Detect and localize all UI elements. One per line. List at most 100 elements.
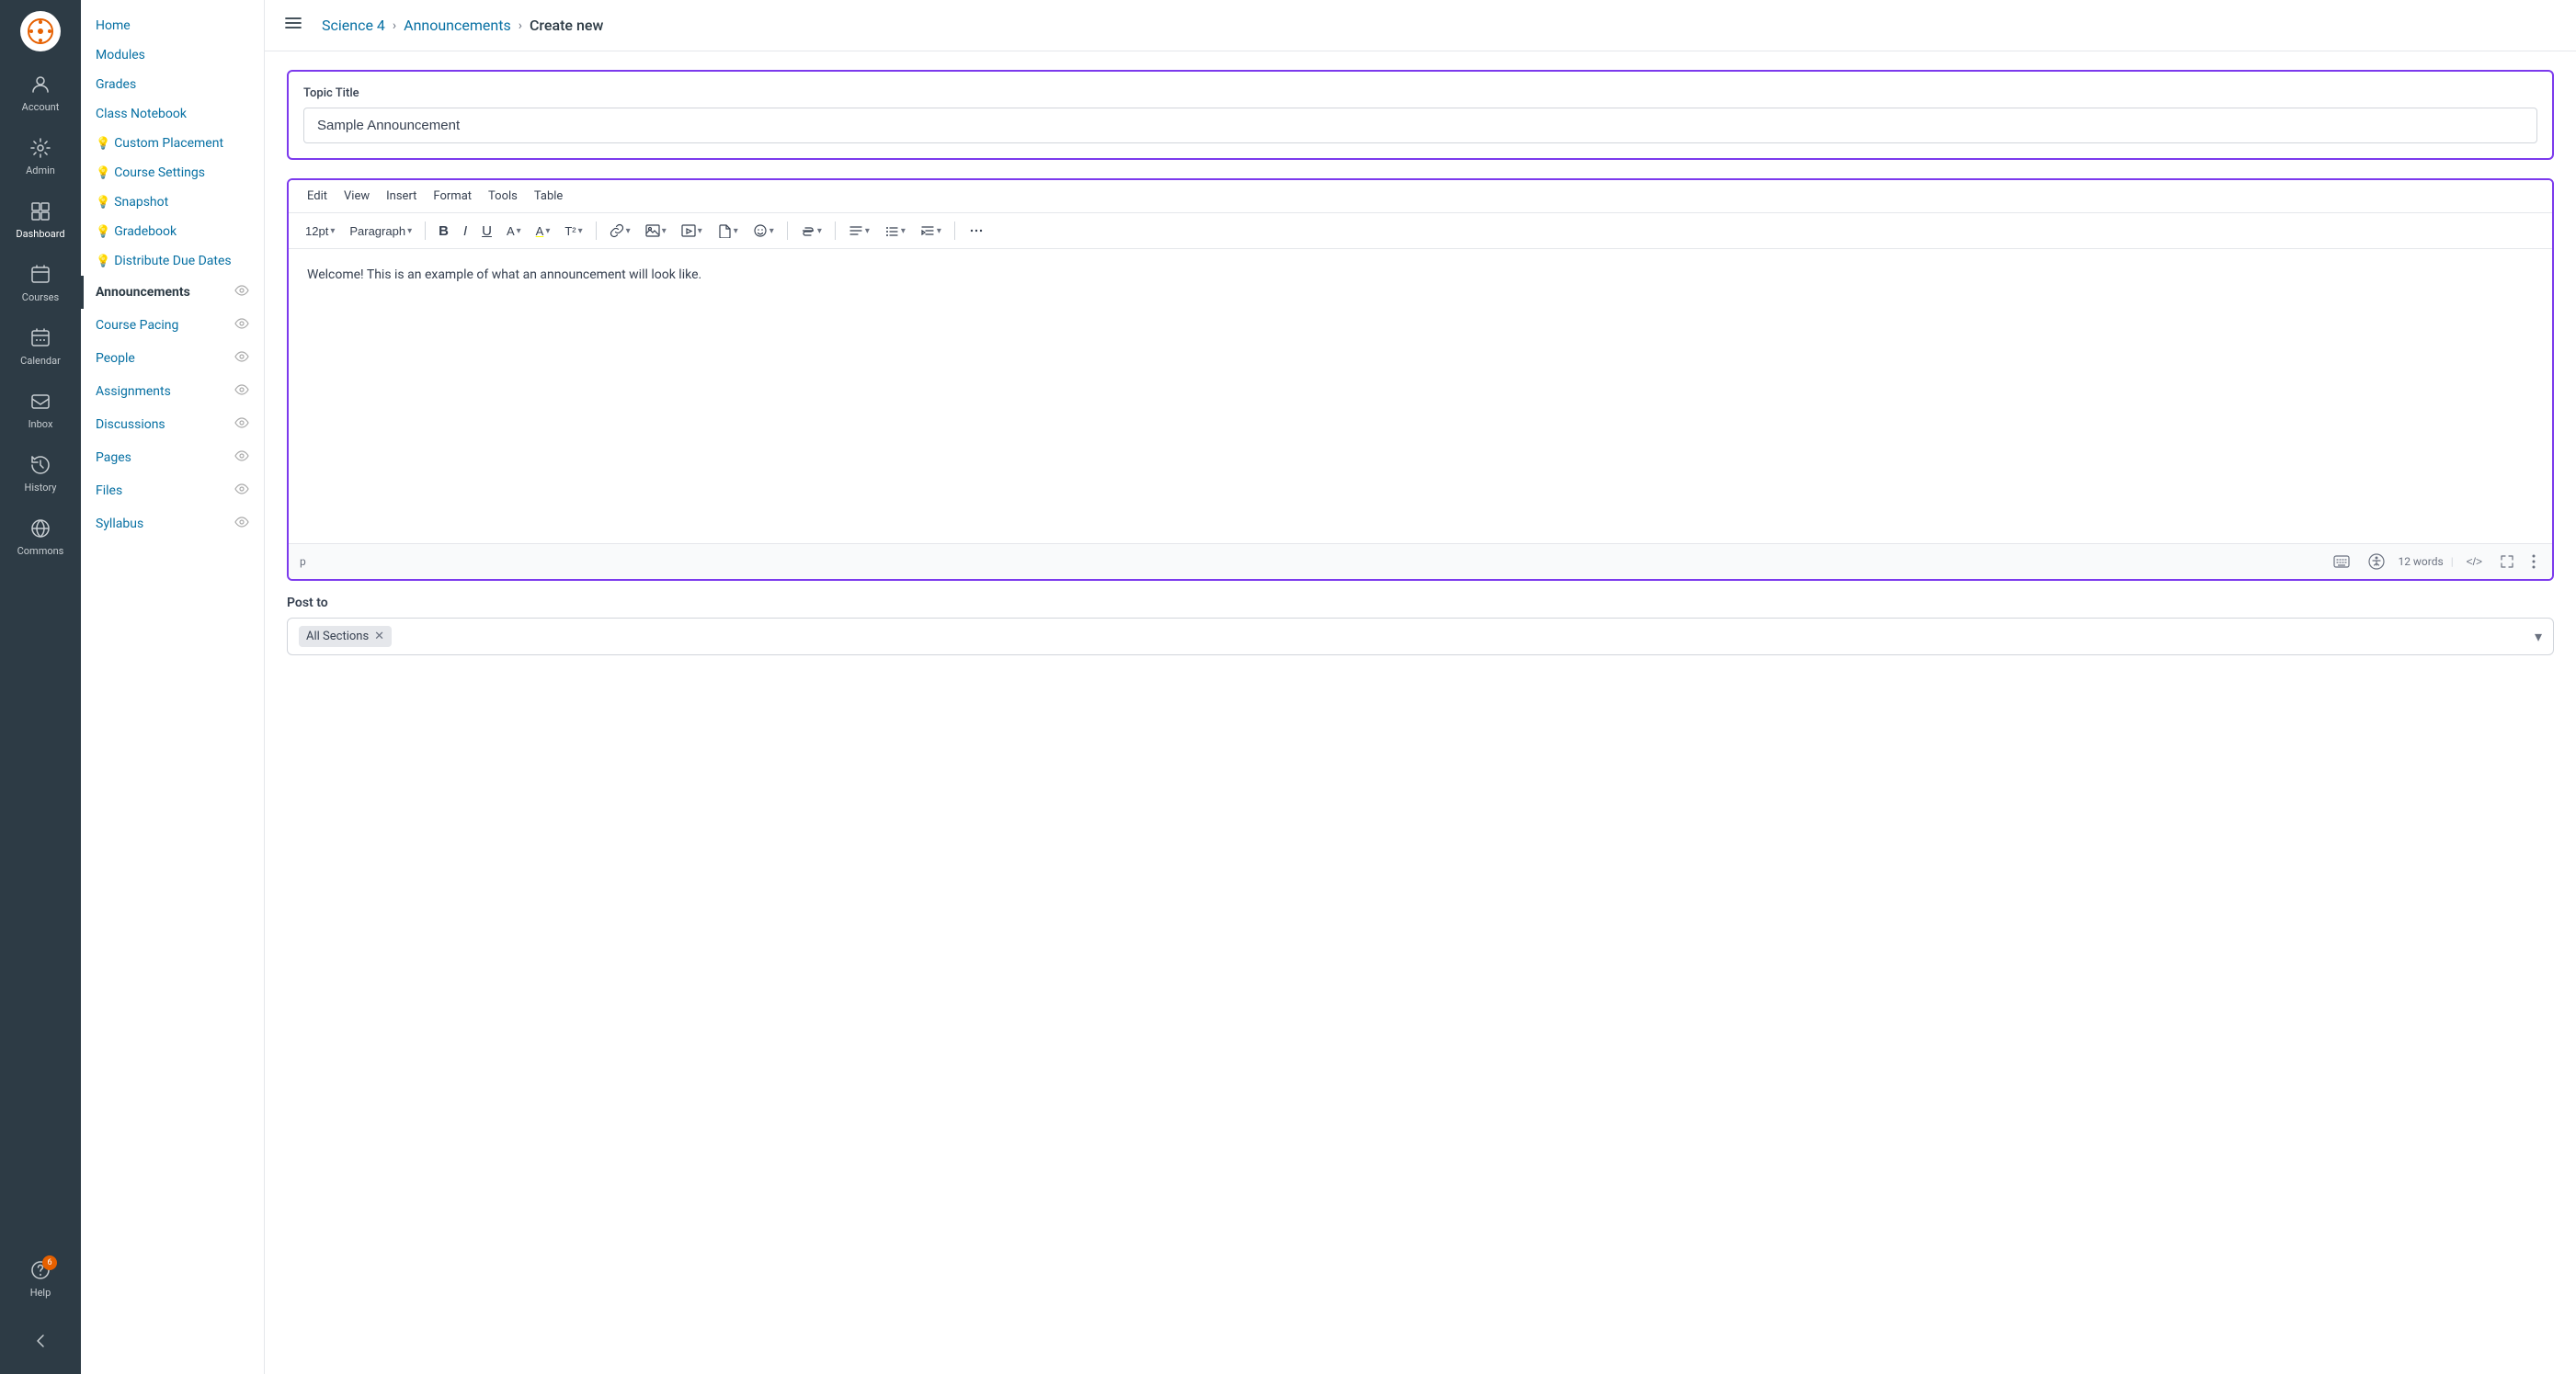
topic-title-label: Topic Title	[303, 86, 2537, 100]
collapse-icon	[28, 1328, 53, 1354]
post-to-tag-remove[interactable]: ✕	[374, 630, 384, 643]
toolbar-divider-3	[787, 221, 788, 240]
keyboard-shortcut-button[interactable]	[2328, 551, 2355, 572]
sidebar-label-course-pacing: Course Pacing	[96, 318, 234, 333]
account-label: Account	[22, 101, 60, 113]
font-color-button[interactable]: A ▾	[501, 221, 527, 242]
toolbar-divider-1	[425, 221, 426, 240]
link-button[interactable]: ▾	[604, 220, 636, 242]
image-icon	[645, 223, 660, 238]
rte-toolbar: 12pt ▾ Paragraph ▾ B I U A ▾ A ▾	[289, 213, 2552, 249]
document-button[interactable]: ▾	[712, 220, 744, 242]
link-chevron: ▾	[626, 226, 631, 236]
html-view-button[interactable]: </>	[2461, 551, 2488, 572]
inbox-label: Inbox	[28, 418, 53, 430]
lightbulb-icon-4: 💡	[96, 225, 110, 239]
list-chevron: ▾	[901, 226, 906, 236]
app-logo	[20, 11, 61, 51]
superscript-button[interactable]: T² ▾	[559, 221, 587, 242]
sidebar-item-pages[interactable]: Pages	[81, 441, 264, 474]
image-button[interactable]: ▾	[640, 220, 672, 242]
rte-content-text: Welcome! This is an example of what an a…	[307, 267, 701, 282]
sidebar-item-snapshot[interactable]: 💡 Snapshot	[81, 187, 264, 217]
rte-footer-right: 12 words | </>	[2328, 550, 2541, 573]
sidebar-label-course-settings: Course Settings	[114, 165, 249, 180]
highlight-label: A	[536, 224, 544, 238]
sidebar-item-calendar[interactable]: Calendar	[4, 316, 77, 376]
italic-button[interactable]: I	[458, 220, 473, 243]
rte-menu-tools[interactable]: Tools	[481, 186, 525, 207]
sidebar-item-custom-placement[interactable]: 💡 Custom Placement	[81, 129, 264, 158]
sidebar-item-home[interactable]: Home	[81, 11, 264, 40]
sidebar-item-courses[interactable]: Courses	[4, 253, 77, 312]
sidebar-item-gradebook[interactable]: 💡 Gradebook	[81, 217, 264, 246]
global-sidebar: Account Admin Dashboard	[0, 0, 81, 1374]
rte-menu-insert[interactable]: Insert	[379, 186, 424, 207]
sidebar-item-inbox[interactable]: Inbox	[4, 380, 77, 439]
sidebar-item-syllabus[interactable]: Syllabus	[81, 507, 264, 540]
post-to-dropdown-chevron: ▾	[2535, 628, 2542, 645]
accessibility-button[interactable]	[2363, 550, 2390, 573]
sidebar-item-dashboard[interactable]: Dashboard	[4, 189, 77, 249]
rte-options-button[interactable]	[2526, 551, 2541, 573]
paragraph-chevron: ▾	[407, 226, 412, 236]
sidebar-item-announcements[interactable]: Announcements	[81, 276, 264, 309]
expand-button[interactable]	[2495, 551, 2519, 572]
sidebar-item-admin[interactable]: Admin	[4, 126, 77, 186]
calendar-label: Calendar	[20, 355, 61, 367]
sidebar-item-account[interactable]: Account	[4, 62, 77, 122]
bold-button[interactable]: B	[433, 220, 454, 243]
eye-icon-files	[234, 482, 249, 500]
eye-icon-pages	[234, 449, 249, 467]
rte-menu-format[interactable]: Format	[426, 186, 479, 207]
font-size-btn[interactable]: 12pt ▾	[300, 221, 340, 242]
rte-content-area[interactable]: Welcome! This is an example of what an a…	[289, 249, 2552, 543]
toolbar-divider-5	[954, 221, 955, 240]
breadcrumb-science4[interactable]: Science 4	[322, 17, 385, 34]
sidebar-item-commons[interactable]: Commons	[4, 506, 77, 566]
sidebar-item-help[interactable]: 6 Help	[4, 1248, 77, 1308]
rte-menu-view[interactable]: View	[336, 186, 377, 207]
paragraph-btn[interactable]: Paragraph ▾	[344, 221, 417, 242]
document-chevron: ▾	[734, 226, 738, 236]
sidebar-item-files[interactable]: Files	[81, 474, 264, 507]
menu-icon[interactable]	[283, 13, 303, 38]
more-icon	[968, 222, 985, 239]
post-to-label: Post to	[287, 596, 2554, 610]
sidebar-item-course-settings[interactable]: 💡 Course Settings	[81, 158, 264, 187]
sidebar-item-modules[interactable]: Modules	[81, 40, 264, 70]
align-chevron: ▾	[865, 226, 870, 236]
emoji-button[interactable]: ▾	[747, 220, 780, 242]
highlight-button[interactable]: A ▾	[530, 221, 556, 242]
emoji-chevron: ▾	[769, 226, 774, 236]
sidebar-item-discussions[interactable]: Discussions	[81, 408, 264, 441]
underline-button[interactable]: U	[476, 220, 497, 243]
breadcrumb-announcements[interactable]: Announcements	[404, 17, 511, 34]
sidebar-item-assignments[interactable]: Assignments	[81, 375, 264, 408]
breadcrumb: Science 4 › Announcements › Create new	[322, 17, 603, 34]
indent-button[interactable]: ▾	[915, 220, 947, 242]
rte-menu-edit[interactable]: Edit	[300, 186, 335, 207]
main-content: Science 4 › Announcements › Create new T…	[265, 0, 2576, 1374]
collapse-sidebar-button[interactable]	[4, 1319, 77, 1363]
rte-menu-table[interactable]: Table	[527, 186, 570, 207]
sidebar-item-history[interactable]: History	[4, 443, 77, 503]
html-label: </>	[2467, 555, 2482, 568]
history-label: History	[25, 482, 57, 494]
more-button[interactable]	[963, 219, 990, 243]
post-to-select[interactable]: All Sections ✕ ▾	[287, 618, 2554, 655]
sidebar-item-people[interactable]: People	[81, 342, 264, 375]
rte-footer: p	[289, 543, 2552, 579]
sidebar-item-class-notebook[interactable]: Class Notebook	[81, 99, 264, 129]
list-button[interactable]: ▾	[879, 220, 911, 242]
sidebar-item-course-pacing[interactable]: Course Pacing	[81, 309, 264, 342]
lightbulb-icon: 💡	[96, 137, 110, 151]
media-button[interactable]: ▾	[676, 220, 708, 242]
sidebar-item-grades[interactable]: Grades	[81, 70, 264, 99]
sidebar-label-assignments: Assignments	[96, 384, 234, 399]
topic-title-input[interactable]	[303, 108, 2537, 143]
sidebar-item-distribute-due-dates[interactable]: 💡 Distribute Due Dates	[81, 246, 264, 276]
strikethrough-button[interactable]: ▾	[795, 220, 827, 242]
align-button[interactable]: ▾	[843, 220, 875, 242]
strikethrough-icon	[801, 223, 815, 238]
